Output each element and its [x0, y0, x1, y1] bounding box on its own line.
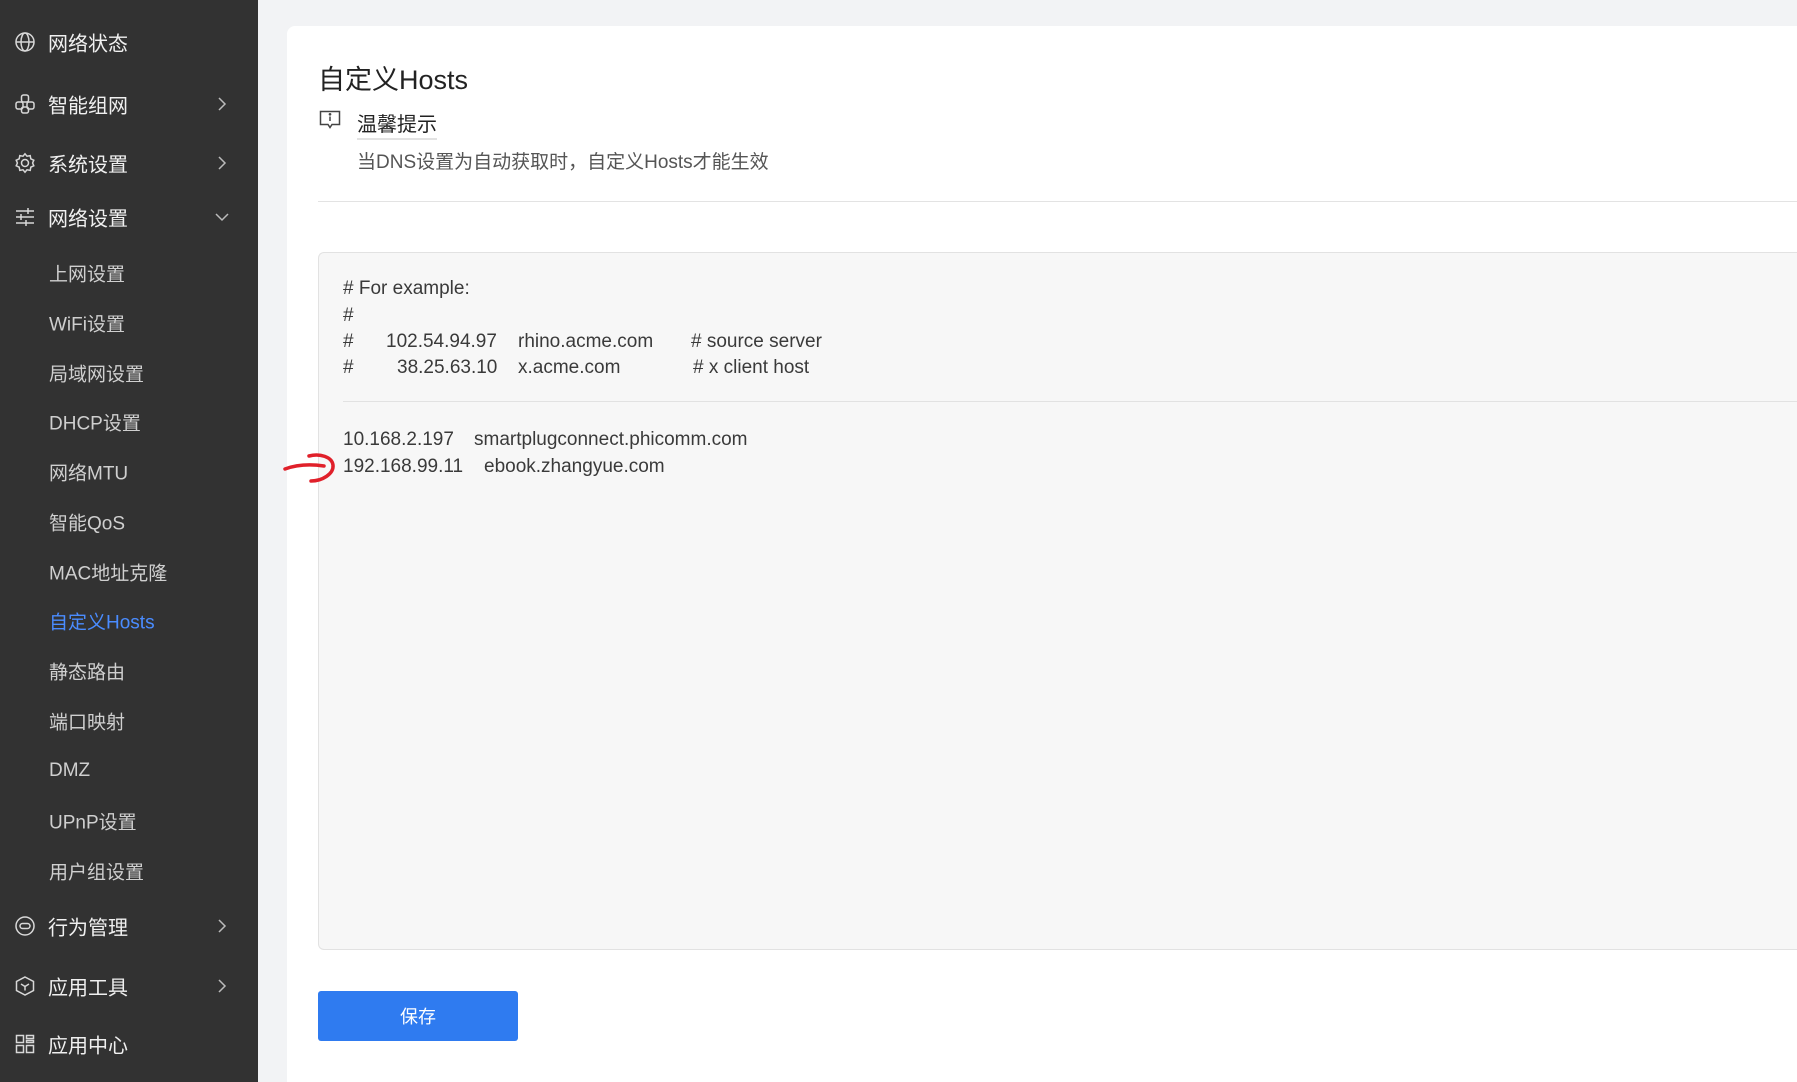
- sidebar-item-network-status[interactable]: 网络状态: [0, 16, 258, 68]
- sliders-icon: [14, 206, 36, 228]
- sidebar-item-static-route[interactable]: 静态路由: [0, 651, 258, 691]
- hosts-hostname: x.acme.com: [518, 357, 621, 378]
- hosts-ip: 38.25.63.10: [397, 357, 498, 378]
- page-title: 自定义Hosts: [318, 65, 469, 95]
- sidebar-item-label: 智能组网: [48, 95, 128, 118]
- sidebar-item-network-settings[interactable]: 网络设置: [0, 191, 258, 243]
- sidebar-item-dhcp-settings[interactable]: DHCP设置: [0, 402, 258, 442]
- sidebar-item-custom-hosts[interactable]: 自定义Hosts: [0, 601, 258, 641]
- sidebar-item-app-center[interactable]: 应用中心: [0, 1018, 258, 1070]
- sidebar-item-dmz[interactable]: DMZ: [0, 751, 258, 791]
- sidebar-subitem-label: WiFi设置: [49, 314, 125, 336]
- hosts-comment: # x client host: [693, 357, 810, 378]
- globe-icon: [14, 31, 36, 53]
- sidebar-item-smart-network[interactable]: 智能组网: [0, 78, 258, 130]
- sidebar-subitem-label: MAC地址克隆: [49, 563, 168, 585]
- cube-icon: [14, 975, 36, 997]
- tip-title: 温馨提示: [357, 108, 437, 140]
- sidebar-item-label: 网络状态: [48, 33, 128, 56]
- sidebar-subitem-label: DHCP设置: [49, 413, 141, 435]
- sidebar-subitem-label: 自定义Hosts: [49, 612, 155, 634]
- behavior-icon: [14, 915, 36, 937]
- sidebar-subitem-label: 智能QoS: [49, 513, 126, 535]
- sidebar-item-user-group-settings[interactable]: 用户组设置: [0, 851, 258, 891]
- annotation-arrow-icon: [282, 448, 340, 486]
- sidebar-subitem-label: 静态路由: [49, 662, 126, 684]
- hosts-ip: 192.168.99.11: [343, 456, 464, 477]
- chevron-down-icon: [214, 209, 230, 225]
- sidebar-subitem-label: 用户组设置: [49, 862, 145, 884]
- sidebar-item-mac-clone[interactable]: MAC地址克隆: [0, 552, 258, 592]
- sidebar-subitem-label: 上网设置: [49, 264, 126, 286]
- sidebar-item-label: 行为管理: [48, 917, 128, 940]
- sidebar: 网络状态 智能组网 系统设置 网络设置 上网设置 WiFi设置 局域网设置 DH…: [0, 0, 258, 1082]
- chevron-right-icon: [214, 978, 230, 994]
- sidebar-item-port-mapping[interactable]: 端口映射: [0, 701, 258, 741]
- save-button[interactable]: 保存: [318, 991, 518, 1041]
- info-icon: [318, 108, 342, 132]
- sidebar-item-lan-settings[interactable]: 局域网设置: [0, 353, 258, 393]
- apps-grid-icon: [14, 1033, 36, 1055]
- sidebar-item-label: 系统设置: [48, 154, 128, 177]
- sidebar-item-upnp-settings[interactable]: UPnP设置: [0, 801, 258, 841]
- sidebar-item-label: 应用中心: [48, 1035, 128, 1058]
- sidebar-item-app-tools[interactable]: 应用工具: [0, 960, 258, 1012]
- hosts-comment: #: [343, 305, 354, 326]
- hosts-hostname: smartplugconnect.phicomm.com: [474, 429, 748, 450]
- network-icon: [14, 93, 36, 115]
- sidebar-item-smart-qos[interactable]: 智能QoS: [0, 502, 258, 542]
- sidebar-item-internet-settings[interactable]: 上网设置: [0, 253, 258, 293]
- sidebar-item-wifi-settings[interactable]: WiFi设置: [0, 303, 258, 343]
- hosts-comment: # For example:: [343, 278, 470, 299]
- sidebar-item-network-mtu[interactable]: 网络MTU: [0, 452, 258, 492]
- chevron-right-icon: [214, 155, 230, 171]
- sidebar-subitem-label: DMZ: [49, 760, 91, 781]
- hosts-comment: # source server: [691, 331, 822, 352]
- hosts-hostname: rhino.acme.com: [518, 331, 654, 352]
- hosts-comment: #: [343, 357, 354, 378]
- chevron-right-icon: [214, 96, 230, 112]
- sidebar-subitem-label: 局域网设置: [49, 364, 145, 386]
- tip-text: 当DNS设置为自动获取时，自定义Hosts才能生效: [357, 152, 769, 173]
- sidebar-subitem-label: 端口映射: [49, 712, 126, 734]
- sidebar-item-label: 应用工具: [48, 977, 128, 1000]
- sidebar-subitem-label: 网络MTU: [49, 463, 129, 485]
- divider: [318, 201, 1797, 202]
- chevron-right-icon: [214, 918, 230, 934]
- hosts-hostname: ebook.zhangyue.com: [484, 456, 665, 477]
- sidebar-item-behavior-management[interactable]: 行为管理: [0, 900, 258, 952]
- sidebar-subitem-label: UPnP设置: [49, 812, 137, 834]
- hosts-comment: #: [343, 331, 354, 352]
- hosts-separator: [343, 401, 1797, 402]
- hosts-ip: 102.54.94.97: [386, 331, 497, 352]
- gear-icon: [14, 152, 36, 174]
- sidebar-item-label: 网络设置: [48, 208, 128, 231]
- sidebar-item-system-settings[interactable]: 系统设置: [0, 137, 258, 189]
- hosts-ip: 10.168.2.197: [343, 429, 454, 450]
